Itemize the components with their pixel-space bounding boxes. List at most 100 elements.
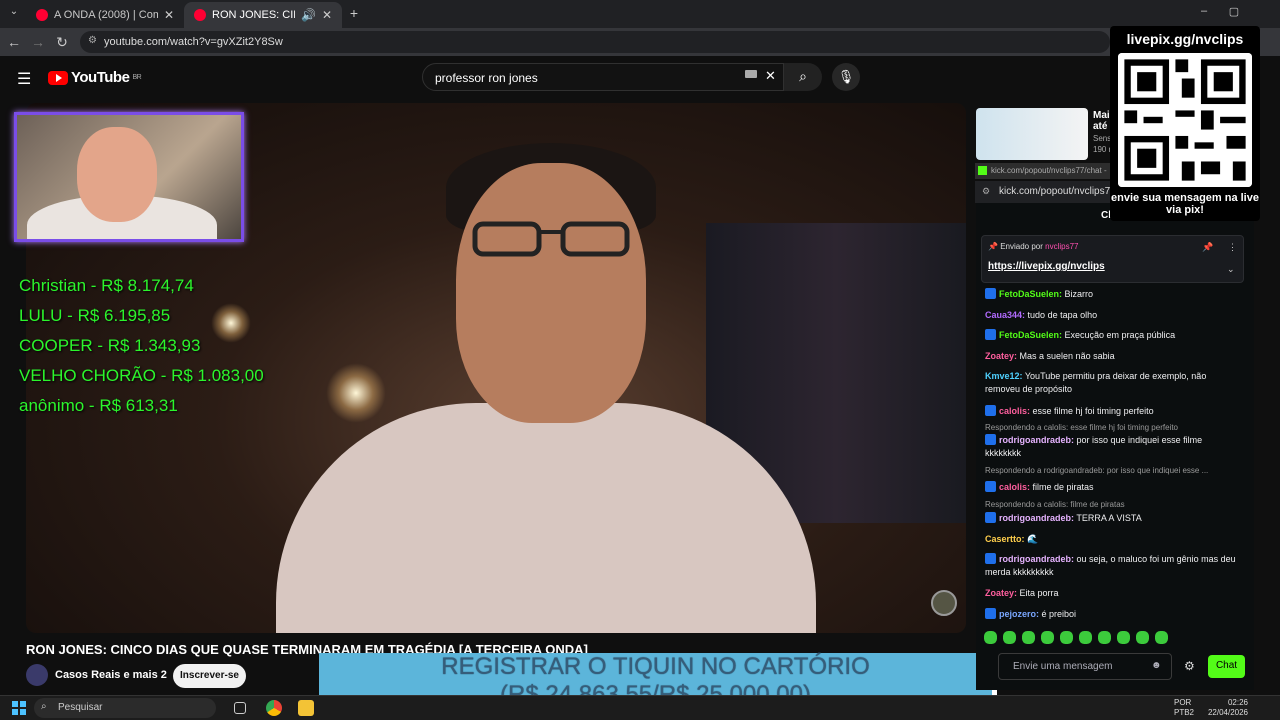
chat-username[interactable]: FetoDaSuelen:	[999, 330, 1062, 340]
close-tab-icon[interactable]: ✕	[322, 8, 332, 22]
chat-username[interactable]: calolis:	[999, 482, 1030, 492]
site-info-icon[interactable]: ⚙	[88, 35, 97, 46]
taskbar-search-input[interactable]: ⌕ Pesquisar	[34, 698, 216, 718]
speaker-icon[interactable]: 🔊	[301, 8, 316, 22]
kick-url-bar[interactable]: ⚙ kick.com/popout/nvclips77/	[975, 181, 1119, 203]
search-button[interactable]: ⌕	[784, 63, 822, 91]
subscriber-badge-icon	[985, 434, 996, 445]
more-options-icon[interactable]: ⋮	[1228, 242, 1237, 253]
minimize-icon[interactable]: –	[1196, 5, 1212, 17]
file-explorer-icon[interactable]	[298, 700, 314, 716]
unpin-icon[interactable]: 📌	[1202, 242, 1213, 253]
chat-username[interactable]: rodrigoandradeb:	[999, 554, 1074, 564]
reload-icon[interactable]: ↻	[54, 34, 70, 51]
chrome-icon[interactable]	[266, 700, 282, 716]
chat-message: Kmve12: YouTube permitiu pra deixar de e…	[985, 370, 1240, 396]
emote-icon[interactable]	[1155, 631, 1168, 644]
youtube-logo[interactable]: YouTube BR	[48, 69, 142, 86]
emote-icon[interactable]	[1060, 631, 1073, 644]
emote-icon[interactable]	[1022, 631, 1035, 644]
clear-search-icon[interactable]: ✕	[765, 68, 776, 84]
chevron-down-icon[interactable]: ⌄	[1227, 264, 1235, 275]
emote-icon[interactable]	[1079, 631, 1092, 644]
browser-tab-1[interactable]: A ONDA (2008) | Como REGIM ✕	[26, 2, 184, 28]
youtube-header: ☰ YouTube BR professor ron jones ✕ ⌕ 🎙	[0, 56, 1280, 100]
back-icon[interactable]: ←	[6, 34, 22, 50]
emote-icon[interactable]	[1117, 631, 1130, 644]
chat-username[interactable]: Kmve12:	[985, 371, 1023, 381]
donor-entry: Christian - R$ 8.174,74	[19, 276, 194, 295]
chat-text: filme de piratas	[1032, 482, 1094, 492]
qr-title: livepix.gg/nvclips	[1126, 31, 1244, 47]
url-bar[interactable]: ⚙ youtube.com/watch?v=gvXZit2Y8Sw	[80, 31, 1110, 53]
emoji-icon[interactable]: ☻	[1151, 660, 1162, 671]
close-tab-icon[interactable]: ✕	[164, 8, 174, 22]
forward-icon[interactable]: →	[30, 34, 46, 50]
chat-username[interactable]: rodrigoandradeb:	[999, 513, 1074, 523]
chat-username[interactable]: pejozero:	[999, 609, 1039, 619]
chat-message: pejozero: é preiboi	[985, 608, 1240, 621]
windows-start-icon[interactable]	[12, 701, 26, 715]
site-info-icon[interactable]: ⚙	[982, 186, 990, 197]
chat-message: calolis: esse filme hj foi timing perfei…	[985, 405, 1240, 418]
voice-search-button[interactable]: 🎙	[832, 63, 860, 91]
task-view-icon[interactable]	[234, 702, 246, 714]
search-input[interactable]: professor ron jones ✕	[422, 63, 784, 91]
emote-icon[interactable]	[1098, 631, 1111, 644]
chat-username[interactable]: Zoatey:	[985, 588, 1017, 598]
chat-username[interactable]: Caua344:	[985, 310, 1025, 320]
kick-url-text: kick.com/popout/nvclips77/	[999, 186, 1119, 197]
browser-tab-2[interactable]: RON JONES: CINCO DIAS Q 🔊 ✕	[184, 2, 342, 28]
keyboard-icon[interactable]	[745, 70, 757, 78]
chat-send-button[interactable]: Chat	[1208, 655, 1245, 678]
emote-icon[interactable]	[984, 631, 997, 644]
maximize-icon[interactable]: ▢	[1226, 5, 1242, 18]
chat-message: Casertto: 🌊	[985, 533, 1240, 546]
chat-username[interactable]: FetoDaSuelen:	[999, 289, 1062, 299]
emote-icon[interactable]	[1003, 631, 1016, 644]
subscriber-badge-icon	[985, 288, 996, 299]
subscriber-badge-icon	[985, 512, 996, 523]
lang-secondary: PTB2	[1174, 708, 1195, 717]
kick-window-title: kick.com/popout/nvclips77/chat - ...	[975, 163, 1115, 184]
chat-message: Caua344: tudo de tapa olho	[985, 309, 1240, 322]
channel-avatar[interactable]	[26, 664, 48, 686]
youtube-logo-text: YouTube	[71, 69, 130, 86]
windows-taskbar: ⌕ Pesquisar POR PTB2 02:26 22/04/2026	[0, 695, 1280, 720]
subscriber-badge-icon	[985, 329, 996, 340]
channel-watermark[interactable]	[931, 590, 957, 616]
glasses-icon	[472, 221, 630, 257]
kick-logo-icon	[978, 166, 987, 175]
lang-primary: POR	[1174, 698, 1192, 707]
chat-message-input[interactable]: Envie uma mensagem ☻	[998, 653, 1172, 680]
emote-icon[interactable]	[1041, 631, 1054, 644]
chat-text: tudo de tapa olho	[1027, 310, 1098, 320]
emote-icon[interactable]	[1136, 631, 1149, 644]
keyboard-language[interactable]: POR PTB2	[1174, 698, 1194, 718]
browser-tab-bar: ⌄ A ONDA (2008) | Como REGIM ✕ RON JONES…	[0, 0, 1280, 28]
ad-thumbnail[interactable]	[976, 108, 1088, 160]
chat-username[interactable]: Casertto:	[985, 534, 1025, 544]
subscriber-badge-icon	[985, 608, 996, 619]
chat-text: Bizarro	[1064, 289, 1094, 299]
tab-list-chevron-icon[interactable]: ⌄	[6, 6, 22, 17]
taskbar-clock[interactable]: 02:26 22/04/2026	[1198, 698, 1248, 718]
presenter-face	[456, 163, 646, 423]
chat-message: rodrigoandradeb: por isso que indiquei e…	[985, 434, 1240, 460]
chat-username[interactable]: calolis:	[999, 406, 1030, 416]
chat-message: Zoatey: Eita porra	[985, 587, 1240, 600]
chat-message: FetoDaSuelen: Bizarro	[985, 288, 1240, 301]
chat-username[interactable]: rodrigoandradeb:	[999, 435, 1074, 445]
chat-text: Eita porra	[1019, 588, 1059, 598]
chat-username[interactable]: Zoatey:	[985, 351, 1017, 361]
chat-message: rodrigoandradeb: TERRA A VISTA	[985, 512, 1240, 525]
subscribe-button[interactable]: Inscrever-se	[173, 664, 246, 688]
channel-name[interactable]: Casos Reais e mais 2	[55, 669, 167, 681]
pinned-message: 📌 Enviado por nvclips77 https://livepix.…	[981, 235, 1244, 283]
subscriber-badge-icon	[985, 481, 996, 492]
menu-icon[interactable]: ☰	[17, 69, 31, 89]
chat-settings-gear-icon[interactable]: ⚙	[1184, 659, 1195, 673]
emote-bar	[984, 631, 1168, 644]
new-tab-icon[interactable]: +	[346, 5, 362, 21]
pinned-link[interactable]: https://livepix.gg/nvclips	[988, 261, 1105, 272]
